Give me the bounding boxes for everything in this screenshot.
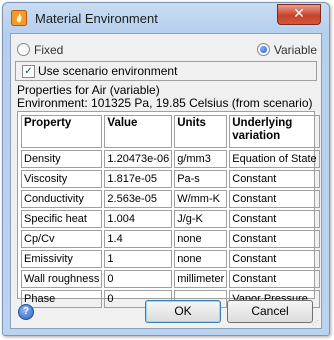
cell-value[interactable]: 1.004 (104, 210, 173, 228)
table-row[interactable]: Specific heat 1.004 J/g-K Constant (21, 210, 320, 228)
cell-property: Viscosity (21, 170, 103, 188)
cell-units: Pa-s (174, 170, 228, 188)
mode-radio-group: Fixed Variable (17, 42, 317, 58)
cell-units: J/g-K (174, 210, 228, 228)
cell-value[interactable]: 1.817e-05 (104, 170, 173, 188)
table-row[interactable]: Wall roughness 0 millimeter Constant (21, 270, 320, 288)
table-row[interactable]: Viscosity 1.817e-05 Pa-s Constant (21, 170, 320, 188)
cell-variation: Constant (229, 170, 320, 188)
close-button[interactable]: ✕ (277, 4, 321, 25)
material-flame-icon (11, 10, 27, 26)
cell-property: Cp/Cv (21, 230, 103, 248)
cell-property: Wall roughness (21, 270, 103, 288)
cell-units: g/mm3 (174, 150, 228, 168)
close-icon: ✕ (293, 6, 305, 22)
header-property: Property (21, 115, 103, 148)
cell-variation: Constant (229, 210, 320, 228)
cell-property: Conductivity (21, 190, 103, 208)
help-icon[interactable]: ? (18, 304, 34, 320)
cell-units: none (174, 230, 228, 248)
fixed-radio-option[interactable]: Fixed (17, 42, 63, 57)
variable-radio-option[interactable]: Variable (256, 42, 317, 57)
use-scenario-checkbox[interactable]: ✓ (22, 65, 35, 78)
table-row[interactable]: Conductivity 2.563e-05 W/mm-K Constant (21, 190, 320, 208)
cell-value[interactable]: 1.4 (104, 230, 173, 248)
environment-info: Environment: 101325 Pa, 19.85 Celsius (f… (17, 96, 313, 110)
fixed-radio-label: Fixed (34, 42, 64, 57)
properties-table: Property Value Units Underlying variatio… (19, 113, 322, 310)
cell-variation: Constant (229, 270, 320, 288)
cell-value[interactable]: 0 (104, 270, 173, 288)
ok-button[interactable]: OK (145, 300, 221, 323)
cell-property: Specific heat (21, 210, 103, 228)
scenario-group: ✓ Use scenario environment (15, 61, 317, 81)
table-row[interactable]: Density 1.20473e-06 g/mm3 Equation of St… (21, 150, 320, 168)
properties-title: Properties for Air (variable) (17, 83, 160, 97)
cell-units: W/mm-K (174, 190, 228, 208)
table-header-row: Property Value Units Underlying variatio… (21, 115, 320, 148)
properties-table-container: Property Value Units Underlying variatio… (17, 111, 320, 308)
title-bar[interactable]: Material Environment ✕ (3, 3, 329, 33)
cell-value[interactable]: 1 (104, 250, 173, 268)
variable-radio-label: Variable (273, 42, 317, 57)
cell-value[interactable]: 2.563e-05 (104, 190, 173, 208)
cell-property: Phase (21, 290, 103, 308)
resize-grip[interactable]: ⋰ (312, 319, 320, 327)
use-scenario-label[interactable]: Use scenario environment (38, 64, 177, 78)
cell-property: Density (21, 150, 103, 168)
cell-units: none (174, 250, 228, 268)
header-underlying-variation: Underlying variation (229, 115, 320, 148)
fixed-radio[interactable] (17, 43, 30, 57)
cancel-button[interactable]: Cancel (227, 300, 313, 323)
dialog-body: Fixed Variable ✓ Use scenario environmen… (10, 33, 322, 329)
header-units: Units (174, 115, 228, 148)
table-row[interactable]: Emissivity 1 none Constant (21, 250, 320, 268)
cell-variation: Constant (229, 190, 320, 208)
cell-variation: Equation of State (229, 150, 320, 168)
header-value: Value (104, 115, 173, 148)
variable-radio[interactable] (256, 43, 270, 57)
dialog-title: Material Environment (35, 11, 158, 26)
cell-variation: Constant (229, 250, 320, 268)
cell-property: Emissivity (21, 250, 103, 268)
cell-value[interactable]: 1.20473e-06 (104, 150, 173, 168)
cell-units: millimeter (174, 270, 228, 288)
cell-variation: Constant (229, 230, 320, 248)
material-environment-dialog: Material Environment ✕ Fixed Variable ✓ … (2, 2, 330, 336)
table-row[interactable]: Cp/Cv 1.4 none Constant (21, 230, 320, 248)
